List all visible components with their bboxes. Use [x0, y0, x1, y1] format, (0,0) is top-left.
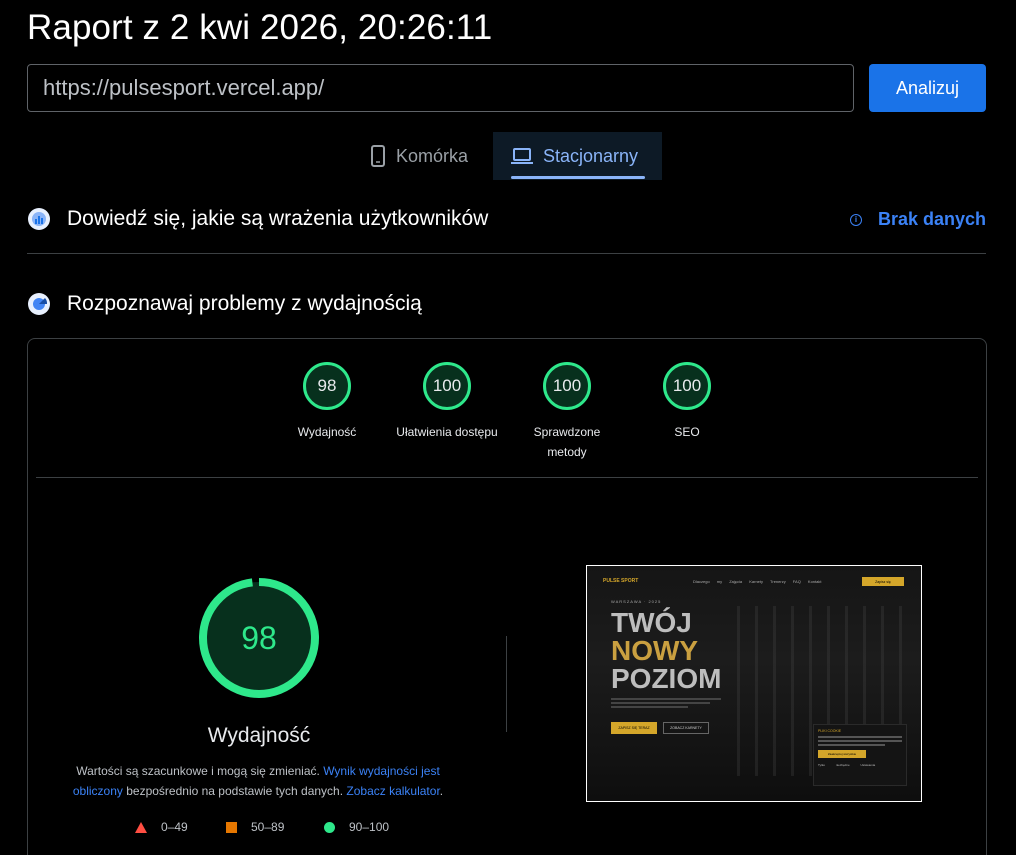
- gauge-label: Sprawdzone metody: [533, 425, 601, 459]
- gauge-label: SEO: [674, 425, 700, 439]
- gauge-label: Ułatwienia dostępu: [396, 425, 498, 439]
- circle-icon: [324, 821, 335, 833]
- calculator-link[interactable]: Zobacz kalkulator: [346, 784, 439, 798]
- category-gauge-seo[interactable]: 100 SEO: [627, 362, 747, 442]
- section-diagnose-heading: Rozpoznawaj problemy z wydajnością: [27, 292, 422, 316]
- site-cta-primary: ZAPISZ SIĘ TERAZ: [611, 722, 657, 734]
- phone-icon: [371, 145, 385, 167]
- legend-pass: 90–100: [324, 820, 389, 834]
- tab-mobile[interactable]: Komórka: [355, 132, 493, 180]
- category-gauge-best-practices[interactable]: 100 Sprawdzone metody: [507, 362, 627, 462]
- legend-fail: 0–49: [135, 820, 188, 834]
- section-experience-title: Dowiedź się, jakie są wrażenia użytkowni…: [67, 207, 489, 230]
- site-nav-button: Zapisz się: [862, 577, 904, 586]
- laptop-icon: [511, 148, 533, 164]
- performance-score: 98: [241, 619, 277, 656]
- analyze-button[interactable]: Analizuj: [869, 64, 986, 112]
- tab-mobile-label: Komórka: [396, 145, 469, 166]
- legend-average: 50–89: [226, 820, 284, 834]
- crux-icon: [28, 208, 50, 230]
- gauge-score: 100: [423, 362, 471, 410]
- url-input[interactable]: [27, 64, 854, 112]
- gauge-label: Wydajność: [297, 425, 357, 439]
- legend-label: 90–100: [349, 820, 390, 834]
- site-subtext: [611, 698, 721, 708]
- active-tab-indicator: [511, 176, 645, 179]
- site-kicker: WARSZAWA · 2025: [611, 599, 662, 604]
- tab-desktop-label: Stacjonarny: [543, 145, 639, 166]
- section-divider: [27, 253, 986, 254]
- desc-prefix: Wartości są szacunkowe i mogą się zmieni…: [76, 764, 320, 778]
- performance-description: Wartości są szacunkowe i mogą się zmieni…: [60, 761, 456, 801]
- no-data-label: Brak danych: [877, 209, 986, 229]
- site-headline-3: POZIOM: [611, 663, 722, 694]
- vertical-divider: [506, 636, 507, 732]
- desc-suffix: .: [439, 784, 444, 798]
- no-data-link[interactable]: i Brak danych: [849, 209, 986, 230]
- cookie-footer: Tylko niezbędne Ustawienia: [818, 763, 876, 767]
- performance-label: Wydajność: [207, 724, 311, 747]
- site-cta-secondary: ZOBACZ KARNETY: [663, 722, 709, 734]
- section-experience-heading: Dowiedź się, jakie są wrażenia użytkowni…: [27, 207, 488, 231]
- tab-desktop[interactable]: Stacjonarny: [493, 132, 662, 180]
- lighthouse-icon: [28, 293, 50, 315]
- category-gauge-accessibility[interactable]: 100 Ułatwienia dostępu: [387, 362, 507, 442]
- section-diagnose-title: Rozpoznawaj problemy z wydajnością: [67, 292, 422, 315]
- final-screenshot: PULSE SPORT Dlaczego my Zajęcia Karnety …: [586, 565, 922, 802]
- site-headline-2: NOWY: [611, 635, 699, 666]
- gauge-score: 100: [543, 362, 591, 410]
- gauge-score: 100: [663, 362, 711, 410]
- card-divider: [36, 477, 978, 478]
- site-logo: PULSE SPORT: [603, 578, 639, 584]
- legend-label: 0–49: [161, 820, 188, 834]
- site-nav: Dlaczego my Zajęcia Karnety Trenerzy FAQ…: [693, 579, 822, 584]
- page-title: Raport z 2 kwi 2026, 20:26:11: [27, 8, 493, 47]
- gauge-score: 98: [303, 362, 351, 410]
- triangle-icon: [135, 821, 147, 833]
- site-headline-1: TWÓJ: [611, 607, 692, 638]
- site-cookie-banner: PLIKI COOKIE Zaakceptuj wszystkie Tylko …: [813, 724, 907, 786]
- legend-label: 50–89: [251, 820, 285, 834]
- category-gauge-performance[interactable]: 98 Wydajność: [267, 362, 387, 442]
- square-icon: [226, 821, 237, 833]
- cookie-accept: Zaakceptuj wszystkie: [818, 750, 866, 758]
- cookie-text: [818, 736, 902, 746]
- desc-middle: bezpośrednio na podstawie tych danych.: [126, 784, 344, 798]
- info-icon: i: [849, 213, 862, 226]
- cookie-title: PLIKI COOKIE: [818, 729, 842, 733]
